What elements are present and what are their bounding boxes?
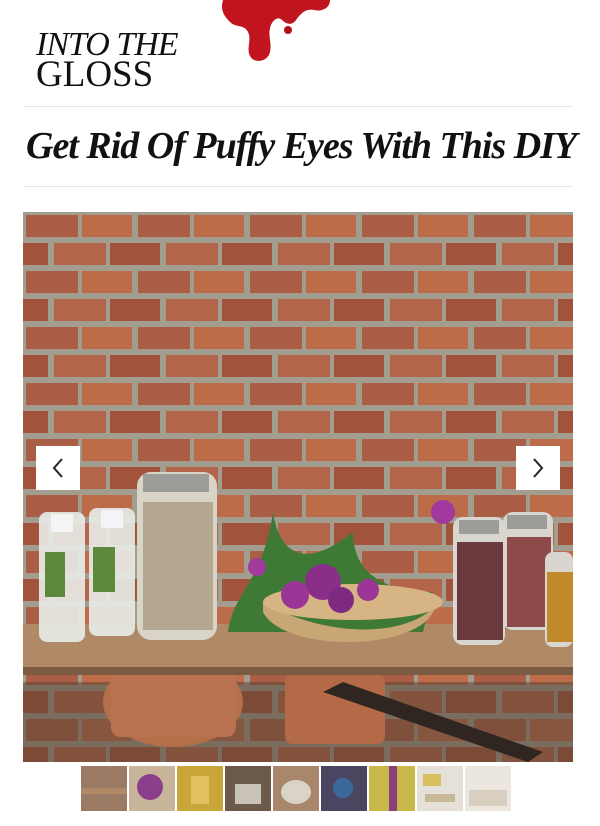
- site-logo[interactable]: INTO THE GLOSS: [36, 28, 179, 95]
- chevron-left-icon: [52, 458, 63, 478]
- gallery-thumbnail[interactable]: [417, 766, 463, 811]
- gallery-next-button[interactable]: [516, 446, 560, 490]
- gallery-thumbnail[interactable]: [273, 766, 319, 811]
- gallery-thumbnail[interactable]: [177, 766, 223, 811]
- gallery-thumbnail[interactable]: [369, 766, 415, 811]
- gallery-thumbnail[interactable]: [321, 766, 367, 811]
- gallery-thumbnails: [81, 766, 511, 811]
- site-header: INTO THE GLOSS: [0, 0, 600, 106]
- logo-line-2: GLOSS: [36, 54, 154, 95]
- gallery-thumbnail[interactable]: [225, 766, 271, 811]
- gallery-thumbnail[interactable]: [81, 766, 127, 811]
- chevron-right-icon: [533, 458, 544, 478]
- hero-image: [23, 212, 573, 762]
- header-divider: [23, 106, 573, 107]
- title-divider: [23, 186, 573, 187]
- gallery-thumbnail[interactable]: [465, 766, 511, 811]
- gallery-thumbnail[interactable]: [129, 766, 175, 811]
- paint-drip-graphic: [221, 0, 330, 61]
- article-title: Get Rid Of Puffy Eyes With This DIY: [26, 125, 577, 167]
- gallery-prev-button[interactable]: [36, 446, 80, 490]
